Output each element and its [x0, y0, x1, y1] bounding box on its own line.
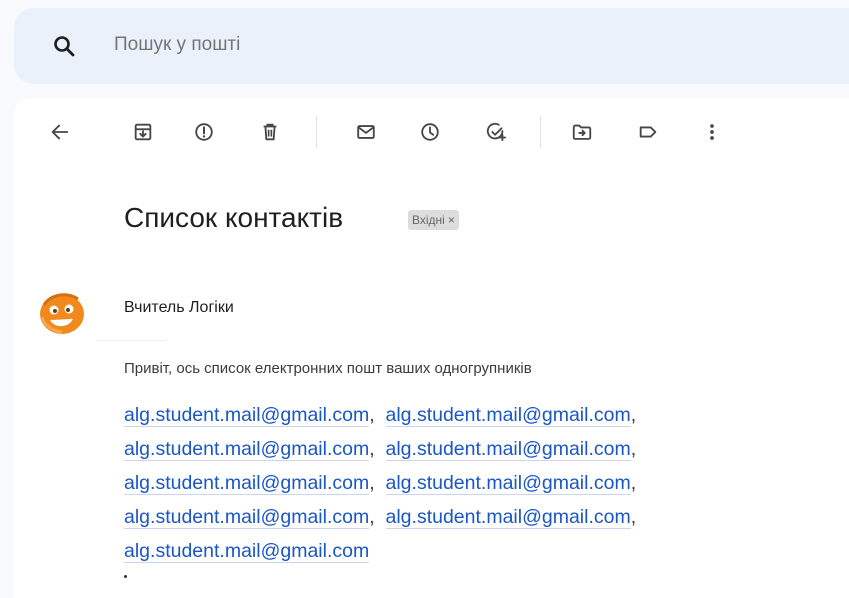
trailing-dot	[124, 575, 127, 578]
toolbar-divider	[316, 116, 317, 148]
email-separator: ,	[369, 404, 375, 426]
label-chip-text: Вхідні	[412, 213, 445, 227]
clock-icon	[421, 123, 439, 141]
email-separator: ,	[630, 404, 637, 426]
delete-button[interactable]	[254, 116, 286, 148]
email-link[interactable]: alg.student.mail@gmail.com	[385, 472, 631, 495]
add-task-button[interactable]	[480, 116, 512, 148]
avatar[interactable]	[36, 285, 92, 341]
arrow-back-icon	[51, 124, 69, 140]
email-separator: ,	[369, 472, 375, 494]
label-icon	[639, 126, 657, 138]
mail-icon	[357, 125, 375, 139]
sender-name[interactable]: Вчитель Логіки	[124, 299, 234, 317]
email-link[interactable]: alg.student.mail@gmail.com	[385, 404, 631, 427]
trash-icon	[263, 123, 277, 141]
email-separator: ,	[369, 506, 375, 528]
move-to-button[interactable]	[566, 116, 598, 148]
report-spam-icon	[195, 123, 213, 141]
search-bar[interactable]	[14, 8, 849, 84]
add-task-icon	[486, 122, 507, 142]
email-separator: ,	[369, 438, 375, 460]
label-remove-button[interactable]: ×	[448, 213, 455, 227]
email-separator: ,	[630, 438, 637, 460]
message-body-text: Привіт, ось список електронних пошт ваши…	[124, 360, 532, 377]
archive-button[interactable]	[127, 116, 159, 148]
report-spam-button[interactable]	[188, 116, 220, 148]
email-separator: ,	[630, 506, 637, 528]
move-to-folder-icon	[572, 124, 592, 140]
email-link[interactable]: alg.student.mail@gmail.com	[124, 404, 370, 427]
email-link[interactable]: alg.student.mail@gmail.com	[124, 438, 370, 461]
more-button[interactable]	[696, 116, 728, 148]
sender-divider	[96, 340, 166, 341]
label-chip[interactable]: Вхідні ×	[408, 210, 459, 230]
archive-icon	[134, 123, 152, 141]
snooze-button[interactable]	[414, 116, 446, 148]
email-link[interactable]: alg.student.mail@gmail.com	[124, 472, 370, 495]
email-separator: ,	[630, 472, 637, 494]
toolbar-divider	[540, 116, 541, 148]
search-input[interactable]	[114, 34, 714, 56]
email-link[interactable]: alg.student.mail@gmail.com	[124, 506, 370, 529]
back-button[interactable]	[44, 116, 76, 148]
search-icon[interactable]	[52, 34, 76, 58]
message-subject: Список контактів	[124, 202, 344, 233]
email-list: alg.student.mail@gmail.com, alg.student.…	[124, 398, 764, 568]
labels-button[interactable]	[632, 116, 664, 148]
email-link[interactable]: alg.student.mail@gmail.com	[385, 438, 631, 461]
more-vert-icon	[710, 124, 714, 140]
email-link[interactable]: alg.student.mail@gmail.com	[124, 540, 370, 563]
mark-unread-button[interactable]	[350, 116, 382, 148]
email-link[interactable]: alg.student.mail@gmail.com	[385, 506, 631, 529]
